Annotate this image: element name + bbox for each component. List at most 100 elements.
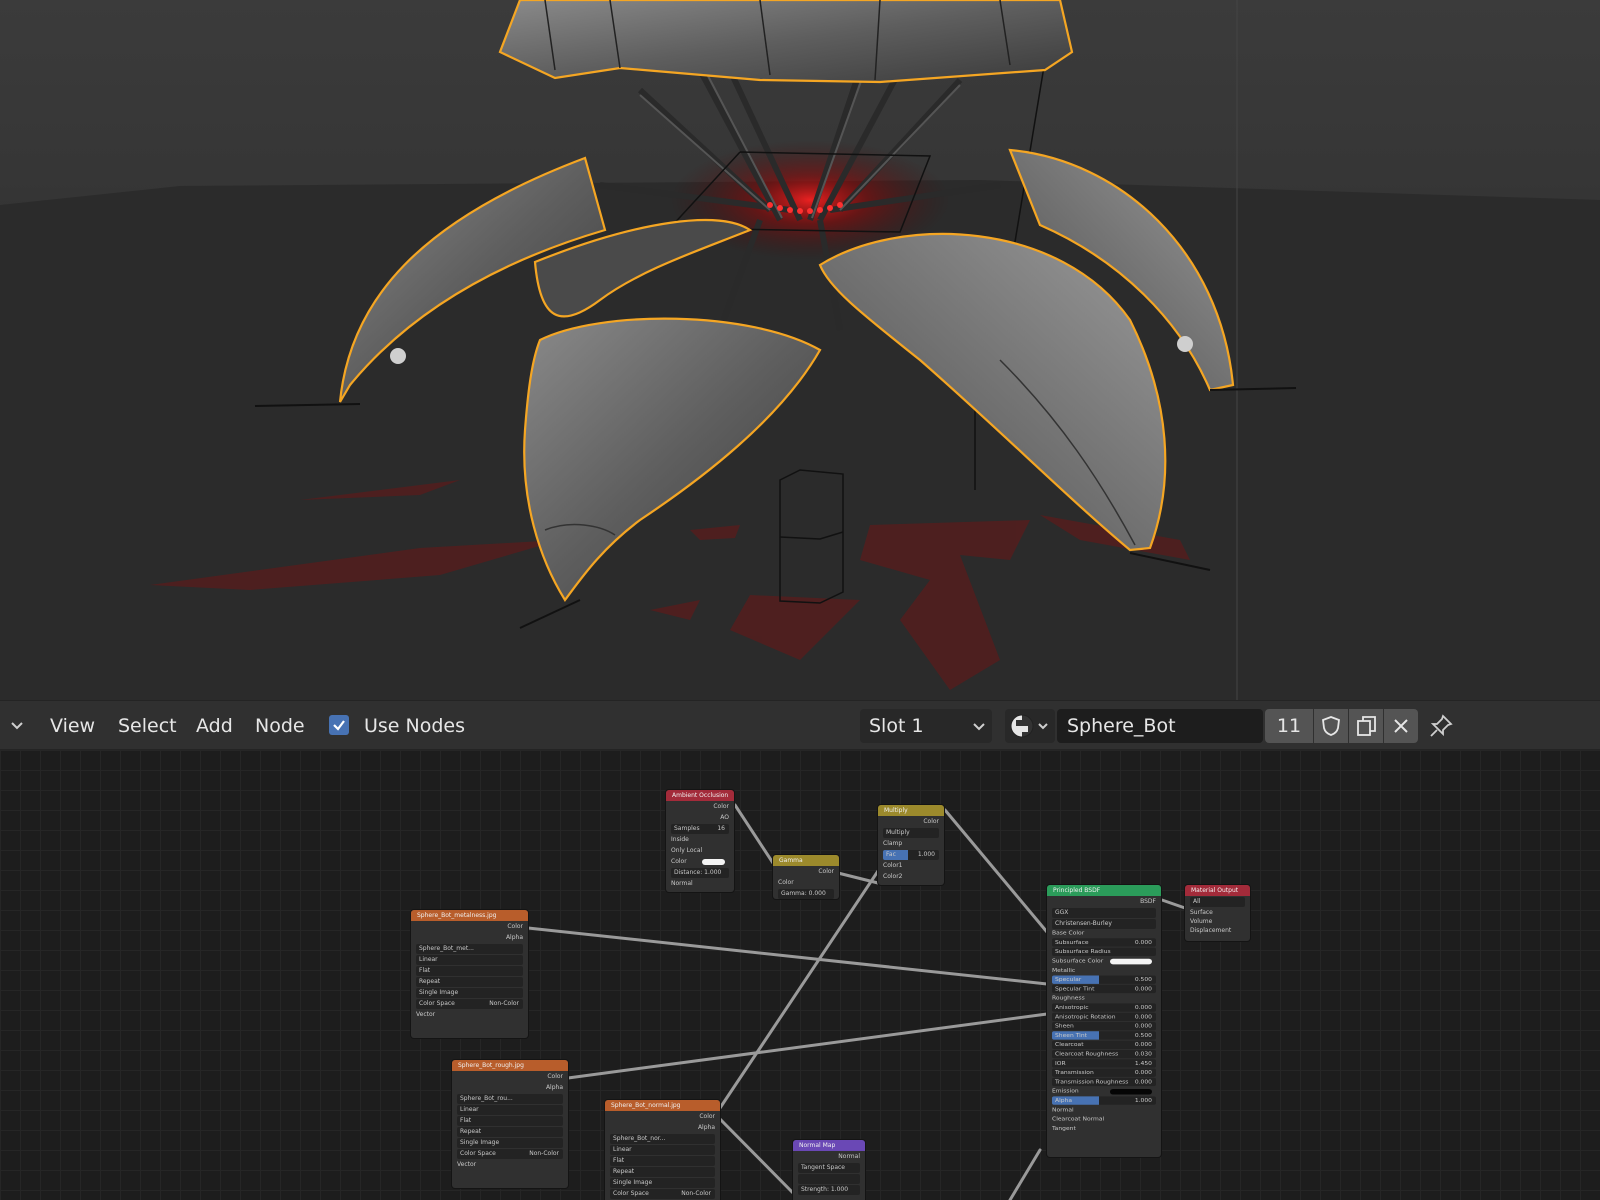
source-dropdown[interactable]: Single Image: [610, 1178, 715, 1188]
bsdf-input-specular[interactable]: Specular 0.500: [1052, 975, 1156, 984]
output-color: Color: [713, 803, 729, 810]
color-swatch[interactable]: [1110, 1088, 1152, 1095]
material-users-button[interactable]: 11: [1265, 709, 1313, 743]
bsdf-input-value: 1.000: [1134, 1097, 1152, 1104]
use-nodes-checkbox[interactable]: [329, 715, 349, 735]
distribution-dropdown[interactable]: GGX: [1052, 908, 1156, 918]
link-normaltex-to-multiply: [714, 869, 880, 1116]
bsdf-input-transmission[interactable]: Transmission 0.000: [1052, 1068, 1156, 1077]
input-color2: Color2: [883, 873, 903, 880]
duplicate-material-button[interactable]: [1349, 709, 1383, 743]
inside-toggle[interactable]: Inside: [671, 835, 729, 845]
strength-field[interactable]: Strength: 1.000: [798, 1185, 860, 1195]
bsdf-input-label: Clearcoat: [1055, 1041, 1084, 1049]
samples-field[interactable]: Samples 16: [671, 824, 729, 834]
blend-mode-dropdown[interactable]: Multiply: [883, 828, 939, 838]
space-dropdown[interactable]: Tangent Space: [798, 1163, 860, 1173]
source-dropdown[interactable]: Single Image: [457, 1138, 563, 1148]
menu-select[interactable]: Select: [118, 701, 177, 751]
subsurface-method-dropdown[interactable]: Christensen-Burley: [1052, 919, 1156, 929]
bsdf-input-clearcoat[interactable]: Clearcoat 0.000: [1052, 1040, 1156, 1049]
node-image-texture-metalness[interactable]: Sphere_Bot_metalness.jpg Color Alpha Sph…: [411, 910, 528, 1038]
interpolation-dropdown[interactable]: Linear: [416, 955, 523, 965]
node-title: Sphere_Bot_metalness.jpg: [411, 910, 528, 921]
menu-node[interactable]: Node: [255, 701, 305, 751]
output-color: Color: [818, 868, 834, 875]
bsdf-input-clearcoat-roughness[interactable]: Clearcoat Roughness 0.030: [1052, 1049, 1156, 1059]
color-space-dropdown[interactable]: Color Space Non-Color: [610, 1189, 715, 1199]
interpolation-dropdown[interactable]: Linear: [610, 1145, 715, 1155]
link-metalness-to-metallic: [526, 926, 1049, 986]
menu-view[interactable]: View: [50, 701, 95, 751]
slot-dropdown[interactable]: Slot 1: [860, 709, 992, 743]
material-browse-button[interactable]: [1005, 709, 1055, 743]
extension-dropdown[interactable]: Repeat: [610, 1167, 715, 1177]
gamma-field[interactable]: Gamma: 0.000: [778, 889, 834, 899]
bsdf-input-ior[interactable]: IOR 1.450: [1052, 1059, 1156, 1068]
fake-user-button[interactable]: [1314, 709, 1348, 743]
color-space-dropdown[interactable]: Color Space Non-Color: [457, 1149, 563, 1159]
color-label: Color: [671, 858, 687, 865]
material-sphere-icon: [1010, 714, 1034, 738]
output-alpha: Alpha: [545, 1084, 563, 1091]
interpolation-dropdown[interactable]: Linear: [457, 1105, 563, 1115]
unlink-material-button[interactable]: [1384, 709, 1418, 743]
bsdf-input-emission[interactable]: Emission: [1052, 1087, 1156, 1095]
node-normal-map[interactable]: Normal Map Normal Tangent Space Strength…: [793, 1140, 865, 1200]
fac-slider[interactable]: Fac 1.000: [883, 850, 939, 860]
material-name-field[interactable]: Sphere_Bot: [1057, 709, 1263, 743]
node-principled-bsdf[interactable]: Principled BSDF BSDF GGX Christensen-Bur…: [1047, 885, 1161, 1157]
color-space-dropdown[interactable]: Color Space Non-Color: [416, 999, 523, 1009]
link-normaltex-to-normalmap: [716, 1115, 802, 1200]
bsdf-input-anisotropic-rotation[interactable]: Anisotropic Rotation 0.000: [1052, 1012, 1156, 1022]
target-dropdown[interactable]: All: [1190, 897, 1245, 907]
image-selector[interactable]: Sphere_Bot_nor...: [610, 1134, 715, 1144]
node-ambient-occlusion[interactable]: Ambient Occlusion Color AO Samples 16 Ins…: [666, 790, 734, 892]
source-dropdown[interactable]: Single Image: [416, 988, 523, 998]
input-surface: Surface: [1190, 909, 1213, 916]
image-selector[interactable]: Sphere_Bot_met...: [416, 944, 523, 954]
color-space-value: Non-Color: [489, 1000, 519, 1007]
node-material-output[interactable]: Material Output All Surface Volume Displ…: [1185, 885, 1250, 941]
menu-add[interactable]: Add: [196, 701, 233, 751]
image-selector[interactable]: Sphere_Bot_rou...: [457, 1094, 563, 1104]
node-gamma[interactable]: Gamma Color Color Gamma: 0.000: [773, 855, 839, 899]
input-color: Color: [778, 879, 794, 886]
pin-button[interactable]: [1426, 701, 1456, 751]
extension-dropdown[interactable]: Repeat: [457, 1127, 563, 1137]
bsdf-input-tangent: Tangent: [1052, 1124, 1156, 1132]
bsdf-input-label: Clearcoat Roughness: [1055, 1050, 1119, 1058]
bsdf-input-value: 0.500: [1134, 976, 1152, 983]
projection-dropdown[interactable]: Flat: [610, 1156, 715, 1166]
distance-field[interactable]: Distance: 1.000: [671, 868, 729, 878]
bsdf-input-anisotropic[interactable]: Anisotropic 0.000: [1052, 1003, 1156, 1012]
chevron-down-icon: [1038, 723, 1048, 730]
bsdf-input-specular-tint[interactable]: Specular Tint 0.000: [1052, 984, 1156, 994]
clamp-toggle[interactable]: Clamp: [883, 839, 939, 849]
node-image-texture-rough[interactable]: Sphere_Bot_rough.jpg Color Alpha Sphere_…: [452, 1060, 568, 1188]
bsdf-input-subsurface[interactable]: Subsurface 0.000: [1052, 938, 1156, 947]
node-image-texture-normal[interactable]: Sphere_Bot_normal.jpg Color Alpha Sphere…: [605, 1100, 720, 1200]
output-color: Color: [923, 818, 939, 825]
node-editor-canvas[interactable]: Ambient Occlusion Color AO Samples 16 Ins…: [0, 750, 1600, 1200]
3d-viewport[interactable]: [0, 0, 1600, 700]
extension-dropdown[interactable]: Repeat: [416, 977, 523, 987]
bsdf-input-alpha[interactable]: Alpha 1.000: [1052, 1096, 1156, 1105]
bsdf-input-sheen-tint[interactable]: Sheen Tint 0.500: [1052, 1031, 1156, 1040]
bsdf-input-subsurface-color[interactable]: Subsurface Color: [1052, 957, 1156, 965]
bsdf-input-label: Anisotropic: [1055, 1004, 1089, 1011]
color-swatch[interactable]: [1110, 958, 1152, 965]
projection-dropdown[interactable]: Flat: [457, 1116, 563, 1126]
bsdf-input-value: 0.000: [1134, 1022, 1152, 1030]
editor-type-dropdown[interactable]: [8, 701, 28, 751]
node-multiply[interactable]: Multiply Color Multiply Clamp Fac 1.000 C…: [878, 805, 944, 885]
bsdf-input-value: 0.000: [1134, 1013, 1152, 1021]
only-local-toggle[interactable]: Only Local: [671, 846, 729, 856]
samples-value: 16: [717, 825, 725, 832]
bsdf-input-subsurface-radius[interactable]: Subsurface Radius: [1052, 947, 1156, 956]
projection-dropdown[interactable]: Flat: [416, 966, 523, 976]
bsdf-input-transmission-roughness[interactable]: Transmission Roughness 0.000: [1052, 1077, 1156, 1087]
color-input[interactable]: Color: [671, 857, 729, 867]
uv-map-field[interactable]: [798, 1174, 860, 1184]
bsdf-input-sheen[interactable]: Sheen 0.000: [1052, 1022, 1156, 1031]
